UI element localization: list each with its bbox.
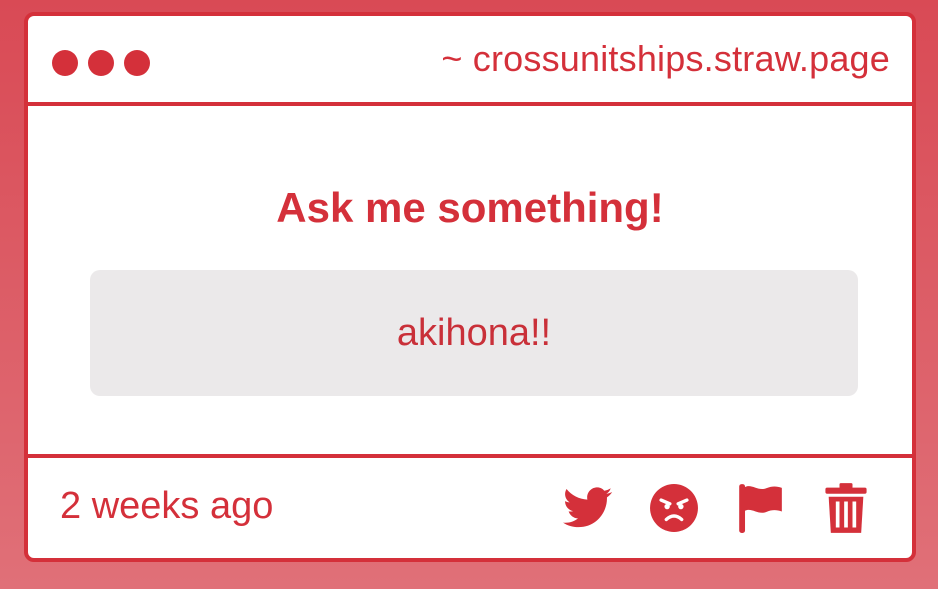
main-content: Ask me something! akihona!! [28,106,912,458]
window-dot [52,50,78,76]
answer-box: akihona!! [90,270,858,396]
window-controls [52,50,150,76]
report-button[interactable] [734,482,786,534]
card-footer: 2 weeks ago [28,454,912,558]
action-bar [562,482,872,534]
react-angry-button[interactable] [648,482,700,534]
twitter-icon [563,487,613,528]
share-twitter-button[interactable] [562,482,614,534]
timestamp: 2 weeks ago [60,485,274,527]
page-url[interactable]: ~ crossunitships.straw.page [441,38,890,80]
trash-icon [825,483,867,533]
flag-icon [739,484,782,533]
delete-button[interactable] [820,482,872,534]
window-dot [88,50,114,76]
angry-face-icon [650,484,698,532]
answer-text: akihona!! [396,311,552,354]
page-title: Ask me something! [276,184,664,231]
window-dot [124,50,150,76]
window-titlebar: ~ crossunitships.straw.page [28,16,912,106]
question-card: ~ crossunitships.straw.page Ask me somet… [24,12,916,562]
